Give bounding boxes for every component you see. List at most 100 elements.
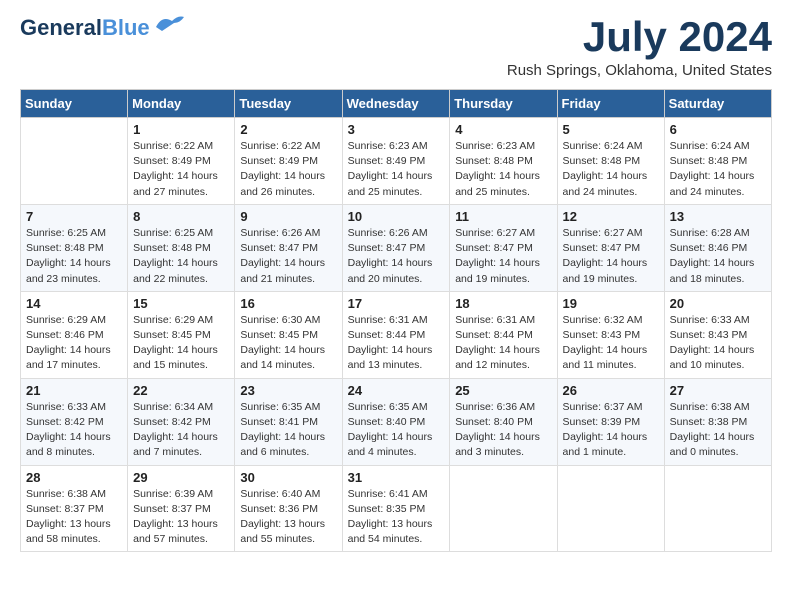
day-info: Sunrise: 6:34 AM Sunset: 8:42 PM Dayligh…	[133, 400, 229, 461]
calendar-day-9: 9 Sunrise: 6:26 AM Sunset: 8:47 PM Daylig…	[235, 204, 342, 291]
calendar-day-10: 10 Sunrise: 6:26 AM Sunset: 8:47 PM Dayli…	[342, 204, 450, 291]
day-info: Sunrise: 6:38 AM Sunset: 8:37 PM Dayligh…	[26, 487, 122, 548]
day-info: Sunrise: 6:23 AM Sunset: 8:49 PM Dayligh…	[348, 139, 445, 200]
calendar-day-1: 1 Sunrise: 6:22 AM Sunset: 8:49 PM Daylig…	[128, 118, 235, 205]
calendar-day-5: 5 Sunrise: 6:24 AM Sunset: 8:48 PM Daylig…	[557, 118, 664, 205]
day-number: 23	[240, 383, 336, 398]
day-number: 10	[348, 209, 445, 224]
day-number: 26	[563, 383, 659, 398]
calendar-day-3: 3Sunrise: 6:23 AM Sunset: 8:49 PM Daylig…	[342, 118, 450, 205]
calendar-day-30: 30Sunrise: 6:40 AM Sunset: 8:36 PM Dayli…	[235, 465, 342, 552]
header-thursday: Thursday	[450, 90, 557, 118]
logo: GeneralBlue	[20, 16, 184, 40]
day-number: 31	[348, 470, 445, 485]
calendar-empty-cell	[557, 465, 664, 552]
day-info: Sunrise: 6:35 AM Sunset: 8:40 PM Dayligh…	[348, 400, 445, 461]
calendar-day-11: 11 Sunrise: 6:27 AM Sunset: 8:47 PM Dayli…	[450, 204, 557, 291]
day-number: 8	[133, 209, 229, 224]
day-info: Sunrise: 6:28 AM Sunset: 8:46 PM Dayligh…	[670, 226, 766, 287]
logo-general: General	[20, 15, 102, 40]
day-number: 17	[348, 296, 445, 311]
calendar-empty-cell	[450, 465, 557, 552]
day-info: Sunrise: 6:26 AM Sunset: 8:47 PM Dayligh…	[240, 226, 336, 287]
calendar-day-13: 13 Sunrise: 6:28 AM Sunset: 8:46 PM Dayli…	[664, 204, 771, 291]
calendar-day-24: 24 Sunrise: 6:35 AM Sunset: 8:40 PM Dayli…	[342, 378, 450, 465]
day-number: 24	[348, 383, 445, 398]
day-info: Sunrise: 6:38 AM Sunset: 8:38 PM Dayligh…	[670, 400, 766, 461]
calendar-day-23: 23 Sunrise: 6:35 AM Sunset: 8:41 PM Dayli…	[235, 378, 342, 465]
day-info: Sunrise: 6:27 AM Sunset: 8:47 PM Dayligh…	[563, 226, 659, 287]
day-info: Sunrise: 6:33 AM Sunset: 8:42 PM Dayligh…	[26, 400, 122, 461]
header-sunday: Sunday	[21, 90, 128, 118]
day-info: Sunrise: 6:32 AM Sunset: 8:43 PM Dayligh…	[563, 313, 659, 374]
day-info: Sunrise: 6:37 AM Sunset: 8:39 PM Dayligh…	[563, 400, 659, 461]
calendar-week-row: 1 Sunrise: 6:22 AM Sunset: 8:49 PM Daylig…	[21, 118, 772, 205]
day-number: 15	[133, 296, 229, 311]
header-tuesday: Tuesday	[235, 90, 342, 118]
calendar-day-6: 6 Sunrise: 6:24 AM Sunset: 8:48 PM Daylig…	[664, 118, 771, 205]
calendar-day-26: 26 Sunrise: 6:37 AM Sunset: 8:39 PM Dayli…	[557, 378, 664, 465]
day-number: 18	[455, 296, 551, 311]
month-year-title: July 2024	[507, 16, 772, 58]
location-subtitle: Rush Springs, Oklahoma, United States	[507, 62, 772, 79]
calendar-day-21: 21 Sunrise: 6:33 AM Sunset: 8:42 PM Dayli…	[21, 378, 128, 465]
day-number: 2	[240, 122, 336, 137]
day-number: 14	[26, 296, 122, 311]
day-number: 21	[26, 383, 122, 398]
day-info: Sunrise: 6:35 AM Sunset: 8:41 PM Dayligh…	[240, 400, 336, 461]
day-number: 4	[455, 122, 551, 137]
day-number: 12	[563, 209, 659, 224]
day-number: 7	[26, 209, 122, 224]
calendar-empty-cell	[21, 118, 128, 205]
day-info: Sunrise: 6:25 AM Sunset: 8:48 PM Dayligh…	[133, 226, 229, 287]
calendar-day-19: 19 Sunrise: 6:32 AM Sunset: 8:43 PM Dayli…	[557, 291, 664, 378]
calendar-day-28: 28 Sunrise: 6:38 AM Sunset: 8:37 PM Dayli…	[21, 465, 128, 552]
calendar-day-8: 8 Sunrise: 6:25 AM Sunset: 8:48 PM Daylig…	[128, 204, 235, 291]
calendar-day-25: 25 Sunrise: 6:36 AM Sunset: 8:40 PM Dayli…	[450, 378, 557, 465]
header-saturday: Saturday	[664, 90, 771, 118]
day-info: Sunrise: 6:29 AM Sunset: 8:46 PM Dayligh…	[26, 313, 122, 374]
day-number: 6	[670, 122, 766, 137]
day-number: 5	[563, 122, 659, 137]
day-info: Sunrise: 6:22 AM Sunset: 8:49 PM Dayligh…	[133, 139, 229, 200]
day-info: Sunrise: 6:27 AM Sunset: 8:47 PM Dayligh…	[455, 226, 551, 287]
day-number: 27	[670, 383, 766, 398]
calendar-day-27: 27 Sunrise: 6:38 AM Sunset: 8:38 PM Dayli…	[664, 378, 771, 465]
day-info: Sunrise: 6:25 AM Sunset: 8:48 PM Dayligh…	[26, 226, 122, 287]
day-info: Sunrise: 6:26 AM Sunset: 8:47 PM Dayligh…	[348, 226, 445, 287]
calendar-day-12: 12 Sunrise: 6:27 AM Sunset: 8:47 PM Dayli…	[557, 204, 664, 291]
calendar-day-16: 16Sunrise: 6:30 AM Sunset: 8:45 PM Dayli…	[235, 291, 342, 378]
day-number: 19	[563, 296, 659, 311]
calendar-week-row: 21 Sunrise: 6:33 AM Sunset: 8:42 PM Dayli…	[21, 378, 772, 465]
day-number: 20	[670, 296, 766, 311]
logo-blue: Blue	[102, 15, 150, 40]
logo-bird-icon	[152, 13, 184, 35]
calendar-empty-cell	[664, 465, 771, 552]
calendar-table: SundayMondayTuesdayWednesdayThursdayFrid…	[20, 89, 772, 552]
header-friday: Friday	[557, 90, 664, 118]
day-number: 29	[133, 470, 229, 485]
calendar-week-row: 14 Sunrise: 6:29 AM Sunset: 8:46 PM Dayli…	[21, 291, 772, 378]
day-number: 25	[455, 383, 551, 398]
day-info: Sunrise: 6:31 AM Sunset: 8:44 PM Dayligh…	[348, 313, 445, 374]
day-info: Sunrise: 6:36 AM Sunset: 8:40 PM Dayligh…	[455, 400, 551, 461]
day-number: 1	[133, 122, 229, 137]
day-info: Sunrise: 6:24 AM Sunset: 8:48 PM Dayligh…	[563, 139, 659, 200]
calendar-day-29: 29 Sunrise: 6:39 AM Sunset: 8:37 PM Dayli…	[128, 465, 235, 552]
day-number: 9	[240, 209, 336, 224]
calendar-day-7: 7 Sunrise: 6:25 AM Sunset: 8:48 PM Daylig…	[21, 204, 128, 291]
day-number: 28	[26, 470, 122, 485]
page-header: GeneralBlue July 2024 Rush Springs, Okla…	[20, 16, 772, 79]
calendar-day-17: 17 Sunrise: 6:31 AM Sunset: 8:44 PM Dayli…	[342, 291, 450, 378]
day-info: Sunrise: 6:24 AM Sunset: 8:48 PM Dayligh…	[670, 139, 766, 200]
calendar-day-31: 31 Sunrise: 6:41 AM Sunset: 8:35 PM Dayli…	[342, 465, 450, 552]
day-info: Sunrise: 6:41 AM Sunset: 8:35 PM Dayligh…	[348, 487, 445, 548]
calendar-week-row: 28 Sunrise: 6:38 AM Sunset: 8:37 PM Dayli…	[21, 465, 772, 552]
day-info: Sunrise: 6:33 AM Sunset: 8:43 PM Dayligh…	[670, 313, 766, 374]
day-info: Sunrise: 6:39 AM Sunset: 8:37 PM Dayligh…	[133, 487, 229, 548]
header-monday: Monday	[128, 90, 235, 118]
day-number: 11	[455, 209, 551, 224]
day-number: 13	[670, 209, 766, 224]
calendar-header-row: SundayMondayTuesdayWednesdayThursdayFrid…	[21, 90, 772, 118]
day-number: 22	[133, 383, 229, 398]
